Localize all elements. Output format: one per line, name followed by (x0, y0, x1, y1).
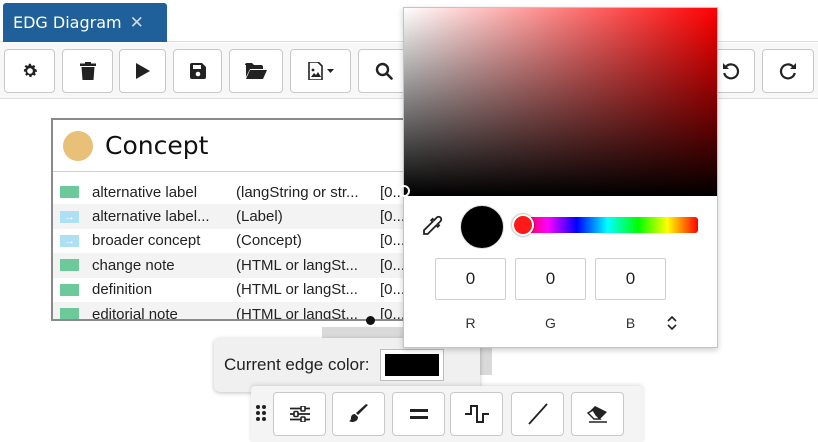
redo-button[interactable] (762, 49, 814, 93)
color-picker: R G B (398, 7, 718, 348)
node-class-circle (63, 130, 93, 161)
play-icon (135, 63, 150, 79)
blue-input[interactable] (595, 258, 666, 300)
erase-button[interactable] (571, 392, 624, 436)
property-type: (Concept) (236, 232, 302, 250)
paint-button[interactable] (332, 392, 385, 436)
open-button[interactable] (229, 49, 283, 93)
saturation-black-layer (404, 8, 717, 196)
property-row[interactable]: editorial note (HTML or langSt... [0... (53, 301, 409, 321)
property-row[interactable]: change note (HTML or langSt... [0... (53, 253, 409, 278)
property-name: alternative label... (92, 208, 210, 226)
property-row[interactable]: → broader concept (Concept) [0... (53, 229, 409, 253)
delete-button[interactable] (62, 49, 113, 93)
green-square-icon (60, 283, 79, 296)
red-input[interactable] (435, 258, 506, 300)
arrow-right-icon: → (60, 234, 79, 247)
concept-node[interactable]: Concept alternative label (langString or… (51, 118, 411, 321)
save-button[interactable] (173, 49, 222, 93)
property-name: alternative label (92, 183, 198, 201)
search-icon (375, 62, 393, 80)
saturation-pointer[interactable] (398, 185, 410, 197)
tab-edg-diagram[interactable]: EDG Diagram ✕ (3, 3, 167, 42)
property-name: change note (92, 256, 175, 274)
eraser-icon (586, 406, 607, 423)
gear-icon (23, 63, 37, 77)
property-row[interactable]: definition (HTML or langSt... [0... (53, 278, 409, 302)
property-name: definition (92, 281, 153, 299)
step-line-icon (464, 405, 489, 423)
properties-button[interactable] (273, 392, 326, 436)
chevron-up-down-icon[interactable] (665, 314, 679, 332)
line-weight-button[interactable] (392, 392, 445, 436)
green-square-icon (60, 259, 79, 272)
property-list: alternative label (langString or str... … (53, 172, 409, 321)
redo-icon (779, 63, 796, 80)
brush-icon (348, 404, 368, 422)
export-image-button[interactable] (290, 49, 351, 93)
property-name: editorial note (92, 305, 178, 321)
red-label: R (465, 315, 476, 331)
tab-label: EDG Diagram (13, 13, 122, 32)
diagonal-line-icon (527, 403, 548, 425)
drag-grip-icon[interactable] (255, 404, 267, 422)
color-preview (460, 205, 504, 249)
property-type: (HTML or langSt... (236, 305, 358, 321)
floppy-icon (189, 63, 206, 79)
orthogonal-edge-button[interactable] (450, 392, 503, 436)
eyedropper-icon[interactable] (420, 214, 444, 238)
saturation-area[interactable] (398, 8, 717, 197)
property-type: (HTML or langSt... (236, 281, 358, 299)
green-label: G (545, 315, 556, 331)
blue-label: B (625, 315, 636, 331)
node-title: Concept (105, 131, 209, 160)
equals-icon (409, 409, 428, 419)
folder-open-icon (245, 63, 267, 79)
resize-handle[interactable] (366, 316, 375, 325)
trash-icon (79, 62, 96, 80)
node-header: Concept (53, 120, 409, 172)
settings-button[interactable] (4, 49, 55, 93)
hue-slider-thumb[interactable] (512, 214, 534, 236)
edge-color-swatch (384, 354, 439, 376)
arrow-right-icon: → (60, 210, 79, 223)
close-icon[interactable]: ✕ (130, 13, 144, 33)
green-square-icon (60, 308, 79, 319)
property-type: (Label) (236, 208, 283, 226)
undo-icon (722, 63, 739, 80)
property-type: (HTML or langSt... (236, 256, 358, 274)
run-button[interactable] (119, 49, 166, 93)
green-input[interactable] (515, 258, 586, 300)
sliders-icon (289, 406, 310, 422)
straight-edge-button[interactable] (511, 392, 564, 436)
image-dropdown-icon (307, 62, 334, 80)
search-button[interactable] (358, 49, 409, 93)
green-square-icon (60, 186, 79, 199)
property-row[interactable]: alternative label (langString or str... … (53, 180, 409, 204)
property-row[interactable]: → alternative label... (Label) [0... (53, 204, 409, 229)
edge-toolbar (251, 386, 643, 442)
property-name: broader concept (92, 232, 201, 250)
edge-color-label: Current edge color: (224, 355, 370, 374)
edge-color-swatch-button[interactable] (379, 349, 444, 381)
hue-slider[interactable] (512, 214, 698, 236)
property-type: (langString or str... (236, 183, 359, 201)
